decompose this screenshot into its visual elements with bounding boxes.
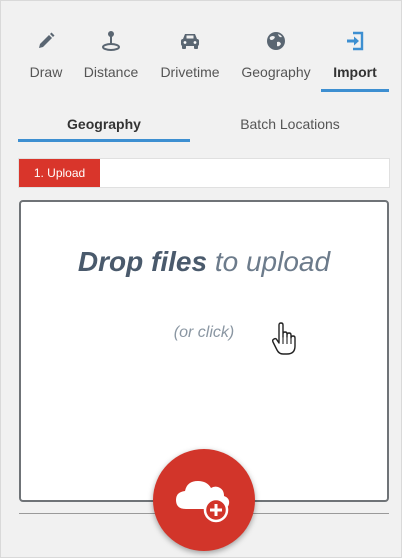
tab-distance[interactable]: Distance (80, 26, 142, 92)
tab-draw-label: Draw (29, 64, 63, 80)
drop-title-bold: Drop files (77, 246, 208, 277)
upload-button[interactable] (153, 449, 255, 551)
active-tab-indicator (321, 89, 389, 92)
subtab-geography[interactable]: Geography (18, 110, 190, 142)
step-progress-bar: 1. Upload (18, 158, 390, 188)
tab-import-label: Import (333, 64, 377, 80)
drop-title-rest: to upload (207, 246, 331, 277)
globe-icon (266, 26, 286, 56)
tool-tabs: Draw Distance Drivetime Geography Import (0, 26, 402, 96)
sub-tabs: Geography Batch Locations (18, 110, 390, 142)
step-upload: 1. Upload (19, 159, 100, 187)
tab-drivetime[interactable]: Drivetime (155, 26, 225, 92)
pencil-icon (36, 26, 56, 56)
cloud-upload-plus-icon (174, 473, 234, 528)
tab-import[interactable]: Import (322, 26, 388, 92)
tab-geography-label: Geography (241, 64, 311, 80)
subtab-batch-locations[interactable]: Batch Locations (204, 110, 376, 142)
tab-geography[interactable]: Geography (238, 26, 314, 92)
car-icon (179, 26, 201, 56)
tab-drivetime-label: Drivetime (160, 64, 220, 80)
import-icon (345, 26, 365, 56)
location-pin-icon (101, 26, 121, 56)
tab-draw[interactable]: Draw (24, 26, 68, 92)
subtab-geography-label: Geography (67, 116, 141, 132)
step-upload-label: 1. Upload (33, 166, 86, 180)
drop-hint: (or click) (173, 324, 235, 341)
active-subtab-indicator (18, 139, 190, 142)
subtab-batch-locations-label: Batch Locations (240, 116, 340, 132)
tab-distance-label: Distance (83, 64, 139, 80)
drop-title: Drop files to upload (21, 246, 387, 278)
hand-pointer-icon (271, 322, 297, 361)
